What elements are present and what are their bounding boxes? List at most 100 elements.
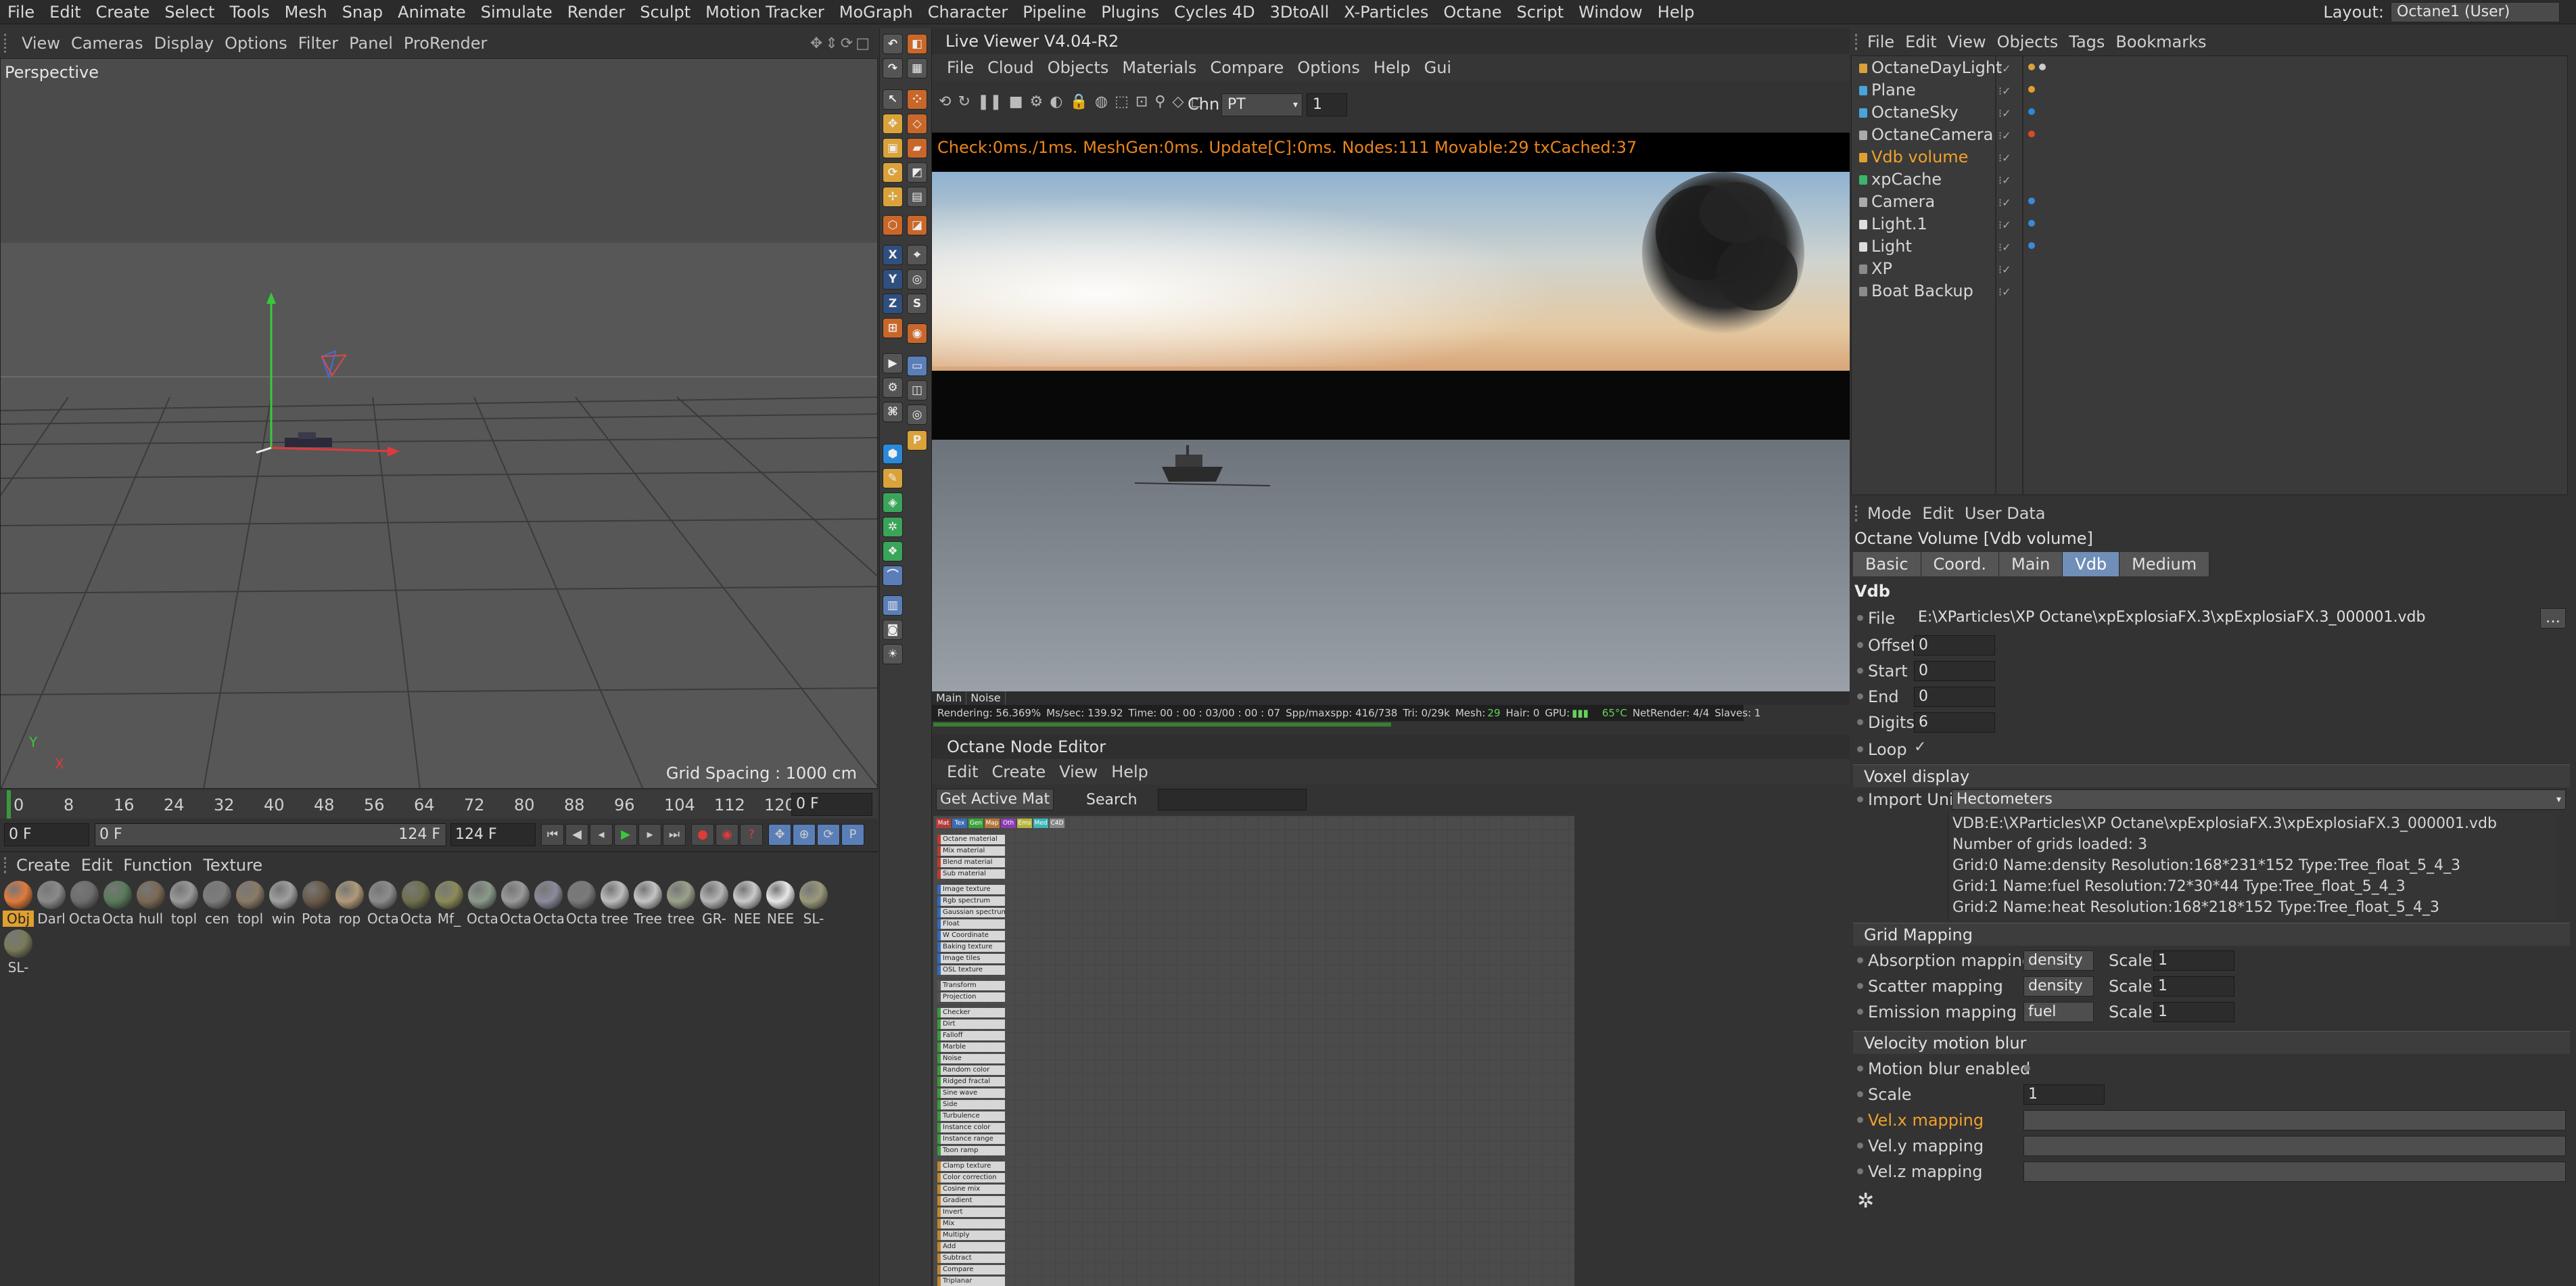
node-item[interactable]: Gaussian spectrum [937, 908, 1005, 917]
motion-blur-checkbox[interactable] [2023, 1065, 2030, 1072]
node-item[interactable]: Toon ramp [937, 1146, 1005, 1155]
attribute-menu-mode[interactable]: Mode [1862, 501, 1917, 526]
start-field[interactable]: 0 [1914, 661, 1995, 681]
material-swatch[interactable]: Mf_ [434, 881, 465, 927]
menu-snap[interactable]: Snap [335, 0, 390, 24]
node-item[interactable]: Falloff [937, 1031, 1005, 1040]
material-menu-edit[interactable]: Edit [76, 852, 118, 879]
object-menu-bookmarks[interactable]: Bookmarks [2110, 28, 2211, 55]
menu-edit[interactable]: Edit [42, 0, 88, 24]
locked-workplane-icon[interactable]: ◎ [907, 269, 927, 290]
scatter-scale-field[interactable]: 1 [2153, 976, 2234, 996]
grip-handle[interactable] [1855, 505, 1862, 522]
lv-tab-noise[interactable]: Noise [966, 691, 1006, 705]
attribute-menu-user-data[interactable]: User Data [1959, 501, 2051, 526]
texture-mode-icon[interactable]: ◪ [907, 215, 927, 235]
color-picker-icon[interactable]: ◍ [1095, 93, 1108, 110]
z-axis-lock-icon[interactable]: Z [883, 294, 903, 314]
node-item[interactable]: Image texture [937, 885, 1005, 894]
object-row[interactable]: OctaneDayLight ⁝✓ [1851, 57, 2568, 79]
object-name[interactable]: Plane [1871, 79, 1916, 101]
menu-file[interactable]: File [0, 0, 42, 24]
subdivision-icon[interactable]: ◈ [883, 492, 903, 513]
material-swatch[interactable]: topl [235, 881, 266, 927]
camera-icon[interactable]: ◙ [883, 620, 903, 640]
lv-menu-compare[interactable]: Compare [1203, 54, 1290, 81]
end-field[interactable]: 0 [1914, 687, 1995, 707]
node-item[interactable]: Blend material [937, 858, 1005, 867]
material-swatch[interactable]: Octa [69, 881, 100, 927]
animate-dot-icon[interactable] [1857, 983, 1863, 989]
material-menu-texture[interactable]: Texture [197, 852, 268, 879]
play-icon[interactable]: ▶ [614, 824, 637, 846]
menu-character[interactable]: Character [920, 0, 1016, 24]
deformer-bend-icon[interactable]: ⌒ [883, 566, 903, 586]
grid-mapping-group[interactable]: Grid Mapping [1853, 923, 2570, 946]
tag-icon[interactable] [2039, 64, 2046, 70]
workplane-icon[interactable]: ▤ [907, 187, 927, 207]
menu-script[interactable]: Script [1509, 0, 1572, 24]
node-item[interactable]: Triplanar [937, 1277, 1005, 1286]
polygons-mode-icon[interactable]: ▰ [907, 138, 927, 158]
last-tool-icon[interactable]: ⬡ [883, 215, 903, 235]
object-row[interactable]: Vdb volume ⁝✓ [1851, 146, 2568, 168]
node-item[interactable]: Projection [937, 992, 1005, 1002]
node-menu-create[interactable]: Create [985, 759, 1052, 785]
material-menu-function[interactable]: Function [118, 852, 197, 879]
timeline-ruler[interactable]: 0 8 16 24 32 40 48 56 64 72 80 88 96 104 112 120 0 F [0, 790, 878, 819]
autokey-icon[interactable]: ◉ [716, 824, 739, 846]
coordinate-system-icon[interactable]: ⊞ [883, 318, 903, 338]
get-active-mat-button[interactable]: Get Active Mat [936, 789, 1054, 810]
material-swatch[interactable]: NEE [732, 881, 763, 927]
object-name[interactable]: Camera [1871, 191, 1935, 213]
viewport-menu-display[interactable]: Display [149, 28, 219, 58]
tag-icon[interactable] [2028, 242, 2035, 249]
select-icon[interactable]: ↖ [883, 89, 903, 110]
visibility-dots-icon[interactable]: ⁝✓ [1998, 241, 2011, 254]
scale-key-icon[interactable]: ⊕ [793, 824, 816, 846]
menu-motion-tracker[interactable]: Motion Tracker [698, 0, 832, 24]
material-swatch[interactable]: cen [202, 881, 233, 927]
velocity-blur-group[interactable]: Velocity motion blur [1853, 1031, 2570, 1054]
node-item[interactable]: Mix [937, 1219, 1005, 1228]
stop-icon[interactable]: ■ [1009, 93, 1023, 110]
material-swatch[interactable]: hull [135, 881, 166, 927]
emission-dropdown[interactable]: fuel [2023, 1002, 2094, 1022]
snap-icon[interactable]: ⌖ [907, 245, 927, 265]
y-axis-lock-icon[interactable]: Y [883, 269, 903, 290]
object-menu-file[interactable]: File [1862, 28, 1900, 55]
grip-handle[interactable] [4, 857, 11, 873]
animate-dot-icon[interactable] [1857, 1143, 1863, 1149]
node-item[interactable]: Turbulence [937, 1111, 1005, 1121]
node-item[interactable]: Sine wave [937, 1088, 1005, 1098]
animate-dot-icon[interactable] [1857, 615, 1863, 621]
visibility-dots-icon[interactable]: ⁝✓ [1998, 62, 2011, 75]
material-swatch[interactable]: GR- [699, 881, 730, 927]
object-row[interactable]: xpCache ⁝✓ [1851, 168, 2568, 191]
redo-icon[interactable]: ↷ [883, 58, 903, 78]
node-tab-ems[interactable]: Ems [1017, 819, 1032, 828]
search-input[interactable] [1158, 789, 1307, 810]
lv-menu-file[interactable]: File [940, 54, 981, 81]
next-frame-icon[interactable]: ▸ [638, 824, 661, 846]
viewport-nav-icons[interactable]: ✥⇕⟳□ [810, 35, 879, 52]
floor-icon[interactable]: ▥ [883, 595, 903, 616]
settings-icon[interactable]: ⚙ [1030, 93, 1044, 110]
object-name[interactable]: OctaneCamera [1871, 124, 1993, 146]
object-name[interactable]: OctaneSky [1871, 101, 1959, 124]
scale-icon[interactable]: ▣ [883, 138, 903, 158]
object-name[interactable]: XP [1871, 258, 1892, 280]
node-item[interactable]: Side [937, 1100, 1005, 1109]
psr-icon[interactable]: P [907, 430, 927, 451]
object-row[interactable]: XP ⁝✓ [1851, 258, 2568, 280]
node-menu-edit[interactable]: Edit [940, 759, 985, 785]
points-mode-icon[interactable]: ⁘ [907, 89, 927, 110]
file-path-field[interactable]: E:\XParticles\XP Octane\xpExplosiaFX.3\x… [1914, 608, 2529, 628]
menu-create[interactable]: Create [89, 0, 158, 24]
go-to-end-icon[interactable]: ⏭ [663, 824, 686, 846]
object-row[interactable]: Boat Backup ⁝✓ [1851, 280, 2568, 302]
animate-dot-icon[interactable] [1857, 1091, 1863, 1097]
render-picture-viewer-icon[interactable]: ▭ [907, 356, 927, 376]
material-swatch[interactable]: Octa [400, 881, 431, 927]
param-key-icon[interactable]: P [841, 824, 864, 846]
